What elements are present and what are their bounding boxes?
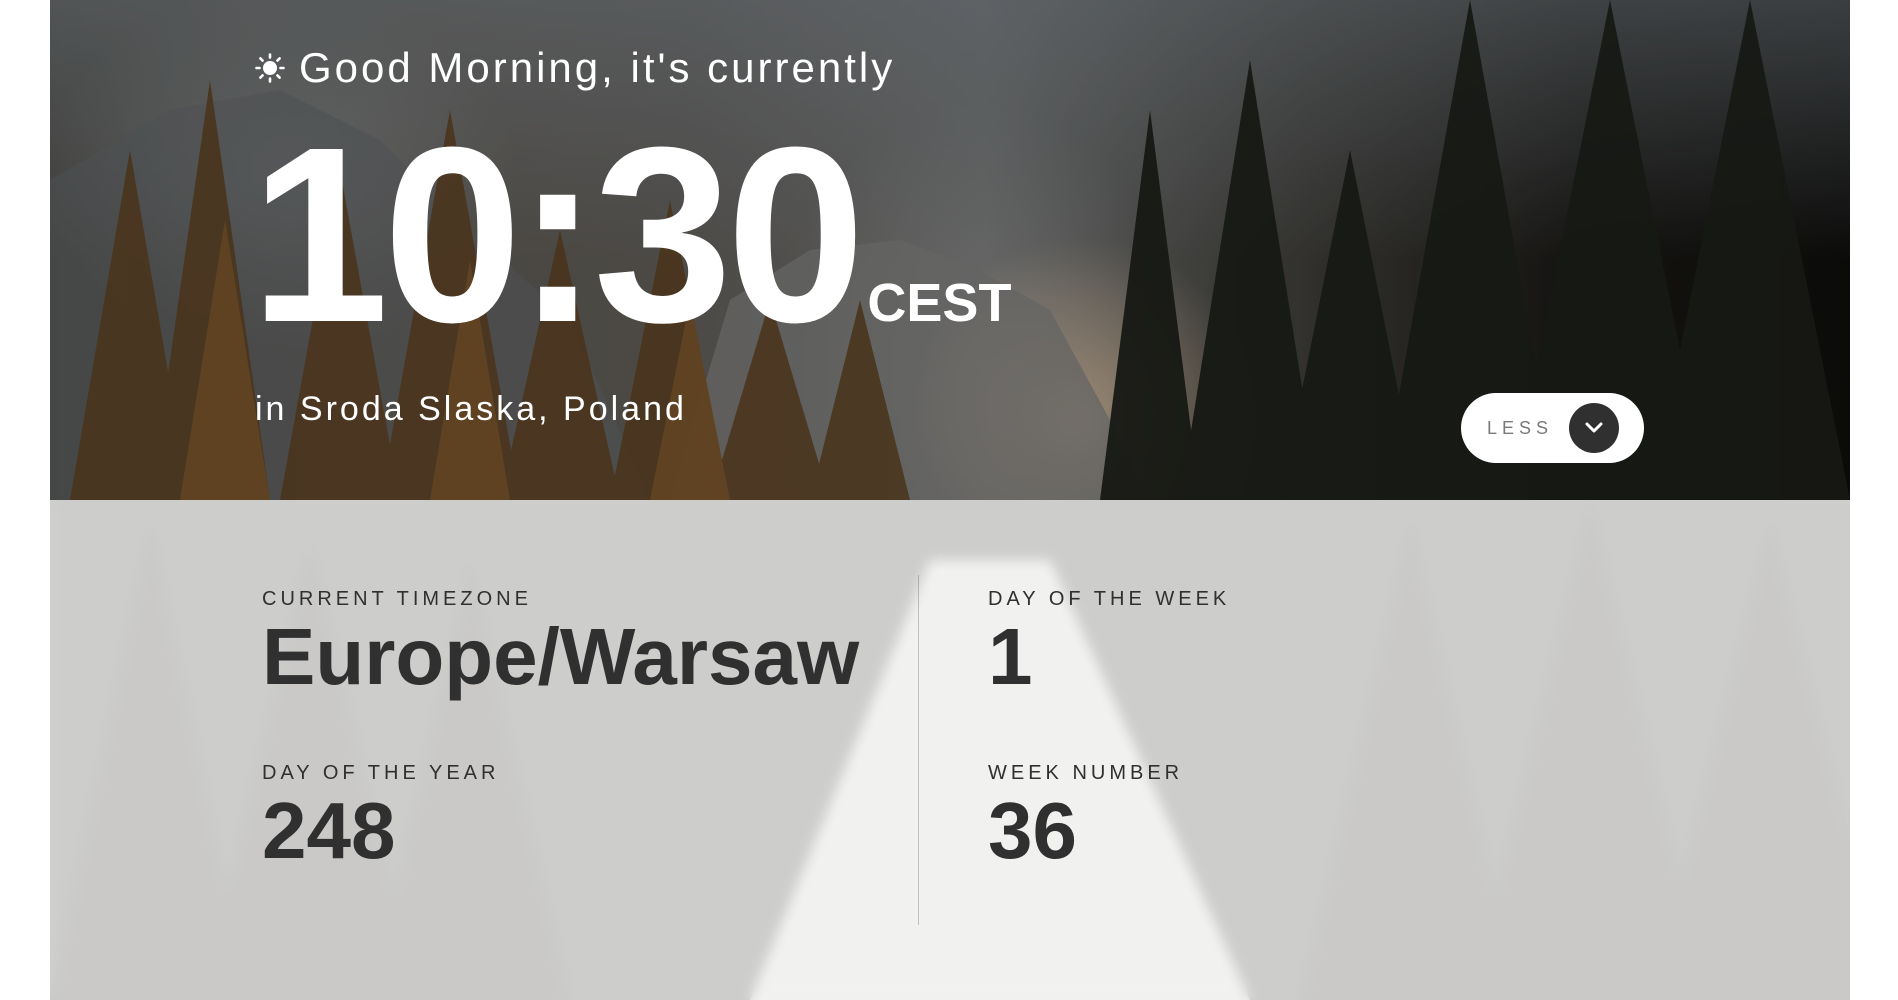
- day-of-week-value: 1: [988, 612, 1033, 701]
- day-of-year-value: 248: [262, 786, 396, 875]
- current-time: 10:30: [250, 95, 865, 374]
- details-divider: [918, 575, 919, 925]
- timezone-value: Europe/Warsaw: [262, 612, 860, 701]
- less-toggle-button[interactable]: LESS: [1461, 393, 1644, 463]
- day-of-week-label: DAY OF THE WEEK: [988, 588, 1231, 610]
- clock-display: 10:30 CEST: [250, 110, 1011, 360]
- chevron-down-icon[interactable]: [1569, 403, 1619, 453]
- day-of-year-label: DAY OF THE YEAR: [262, 762, 500, 784]
- timezone-info: CURRENT TIMEZONE Europe/Warsaw: [262, 588, 859, 697]
- timezone-label: CURRENT TIMEZONE: [262, 588, 532, 610]
- greeting: Good Morning, it's currently: [255, 44, 895, 92]
- week-number-value: 36: [988, 786, 1077, 875]
- location-text: in Sroda Slaska, Poland: [255, 390, 687, 428]
- week-number-label: WEEK NUMBER: [988, 762, 1184, 784]
- clock-app: Good Morning, it's currently 10:30 CEST …: [50, 0, 1850, 1000]
- details-panel: [50, 500, 1850, 1000]
- greeting-text: Good Morning, it's currently: [299, 44, 896, 91]
- timezone-abbreviation: CEST: [867, 273, 1012, 333]
- day-of-year-info: DAY OF THE YEAR 248: [262, 762, 499, 871]
- toggle-label: LESS: [1487, 417, 1554, 438]
- week-number-info: WEEK NUMBER 36: [988, 762, 1183, 871]
- day-of-week-info: DAY OF THE WEEK 1: [988, 588, 1230, 697]
- sun-icon: [255, 53, 285, 83]
